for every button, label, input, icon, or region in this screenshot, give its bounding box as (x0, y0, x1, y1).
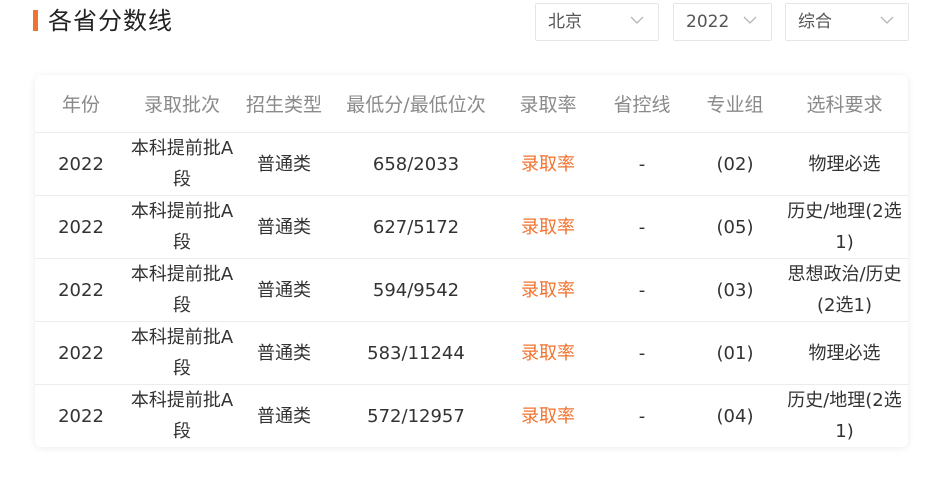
cell-batch: 本科提前批A段 (127, 195, 237, 259)
city-select-value: 北京 (548, 12, 582, 32)
cell-year: 2022 (35, 258, 127, 322)
cell-min-score-rank: 627/5172 (331, 195, 501, 259)
col-header-control-line: 省控线 (595, 75, 689, 133)
cell-enroll-type: 普通类 (237, 258, 331, 322)
cell-subject-req: 物理必选 (781, 132, 908, 196)
table-row: 2022 本科提前批A段 普通类 627/5172 录取率 - (05) 历史/… (35, 195, 908, 259)
chevron-down-icon (743, 16, 757, 24)
title-accent-bar (33, 10, 38, 31)
table-row: 2022 本科提前批A段 普通类 583/11244 录取率 - (01) 物理… (35, 321, 908, 385)
table-row: 2022 本科提前批A段 普通类 572/12957 录取率 - (04) 历史… (35, 385, 908, 448)
subject-type-select[interactable]: 综合 (785, 3, 909, 41)
cell-batch: 本科提前批A段 (127, 321, 237, 385)
year-select[interactable]: 2022 (673, 3, 772, 41)
cell-control-line: - (595, 132, 689, 196)
cell-year: 2022 (58, 405, 104, 427)
admission-rate-link[interactable]: 录取率 (501, 321, 595, 385)
col-header-year: 年份 (35, 75, 127, 133)
cell-major-group: (05) (689, 195, 781, 259)
cell-subject-req: 物理必选 (781, 321, 908, 385)
cell-control-line: - (595, 321, 689, 385)
cell-enroll-type: 普通类 (257, 405, 311, 427)
col-header-major-group: 专业组 (689, 75, 781, 133)
cell-enroll-type: 普通类 (237, 321, 331, 385)
cell-min-score-rank: 572/12957 (367, 405, 465, 427)
table-row: 2022 本科提前批A段 普通类 658/2033 录取率 - (02) 物理必… (35, 132, 908, 196)
cell-min-score-rank: 594/9542 (331, 258, 501, 322)
cell-min-score-rank: 658/2033 (331, 132, 501, 196)
city-select[interactable]: 北京 (535, 3, 659, 41)
cell-batch: 本科提前批A段 (130, 390, 234, 442)
cell-major-group: (01) (689, 321, 781, 385)
col-header-subject-req: 选科要求 (781, 75, 908, 133)
chevron-down-icon (630, 16, 644, 24)
cell-year: 2022 (35, 321, 127, 385)
cell-min-score-rank: 583/11244 (331, 321, 501, 385)
cell-major-group: (03) (689, 258, 781, 322)
admission-rate-link[interactable]: 录取率 (501, 258, 595, 322)
year-select-value: 2022 (686, 12, 730, 32)
subject-type-select-value: 综合 (798, 12, 832, 32)
table-row: 2022 本科提前批A段 普通类 594/9542 录取率 - (03) 思想政… (35, 258, 908, 322)
cell-major-group: (02) (689, 132, 781, 196)
score-table-card: 年份 录取批次 招生类型 最低分/最低位次 录取率 省控线 专业组 选科要求 2… (35, 75, 908, 447)
col-header-enroll-type: 招生类型 (237, 75, 331, 133)
cell-control-line: - (595, 195, 689, 259)
cell-control-line: - (638, 405, 646, 427)
cell-year: 2022 (35, 132, 127, 196)
page-title: 各省分数线 (48, 7, 173, 35)
admission-rate-link[interactable]: 录取率 (501, 132, 595, 196)
col-header-batch: 录取批次 (127, 75, 237, 133)
cell-batch: 本科提前批A段 (127, 258, 237, 322)
cell-subject-req: 思想政治/历史(2选1) (781, 258, 908, 322)
cell-major-group: (04) (716, 405, 754, 427)
cell-enroll-type: 普通类 (237, 132, 331, 196)
cell-batch: 本科提前批A段 (127, 132, 237, 196)
chevron-down-icon (880, 16, 894, 24)
col-header-min-score-rank: 最低分/最低位次 (331, 75, 501, 133)
cell-enroll-type: 普通类 (237, 195, 331, 259)
score-table: 年份 录取批次 招生类型 最低分/最低位次 录取率 省控线 专业组 选科要求 2… (35, 75, 908, 447)
admission-rate-link[interactable]: 录取率 (501, 385, 595, 448)
cell-year: 2022 (35, 195, 127, 259)
cell-subject-req: 历史/地理(2选1) (787, 390, 902, 442)
col-header-admission-rate: 录取率 (501, 75, 595, 133)
cell-control-line: - (595, 258, 689, 322)
cell-subject-req: 历史/地理(2选1) (781, 195, 908, 259)
admission-rate-link[interactable]: 录取率 (501, 195, 595, 259)
table-header-row: 年份 录取批次 招生类型 最低分/最低位次 录取率 省控线 专业组 选科要求 (35, 75, 908, 133)
